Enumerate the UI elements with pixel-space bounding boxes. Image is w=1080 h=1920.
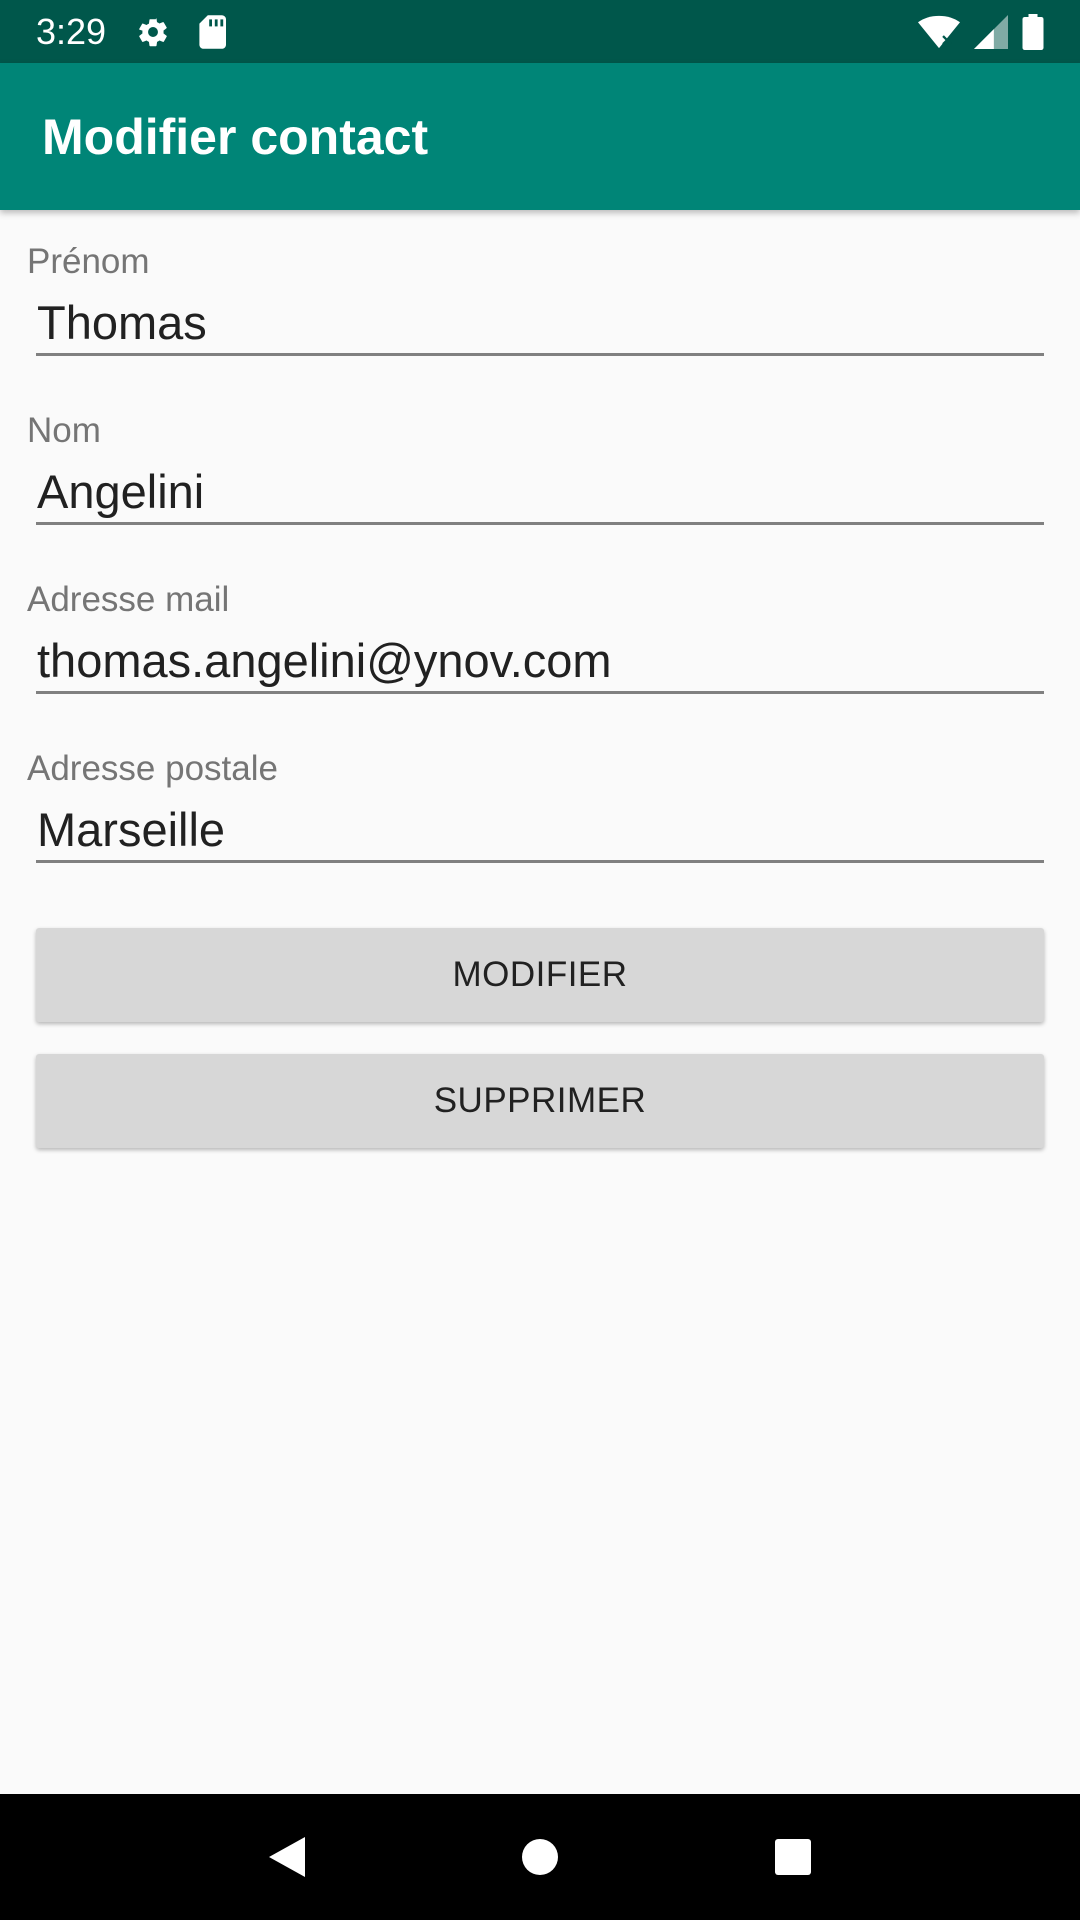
wifi-icon <box>918 15 960 49</box>
first-name-input[interactable] <box>36 292 1044 356</box>
status-time: 3:29 <box>36 10 107 52</box>
page-title: Modifier contact <box>42 108 429 165</box>
signal-icon <box>974 14 1008 49</box>
battery-icon <box>1022 13 1044 50</box>
delete-button[interactable]: SUPPRIMER <box>36 1054 1044 1148</box>
last-name-input[interactable] <box>36 461 1044 525</box>
first-name-label: Prénom <box>27 242 150 281</box>
last-name-label: Nom <box>27 411 101 450</box>
email-field-group: Adresse mail <box>0 548 1080 717</box>
home-icon[interactable] <box>500 1817 580 1897</box>
navigation-bar <box>0 1794 1080 1920</box>
gear-icon <box>136 15 170 49</box>
last-name-field-group: Nom <box>0 379 1080 548</box>
app-bar: Modifier contact <box>0 63 1080 210</box>
status-bar: 3:29 <box>0 0 1080 63</box>
contact-form: Prénom Nom Adresse mail Adresse postale <box>0 210 1080 886</box>
address-input[interactable] <box>36 799 1044 863</box>
recents-icon[interactable] <box>753 1817 833 1897</box>
address-label: Adresse postale <box>27 749 278 788</box>
modify-button[interactable]: MODIFIER <box>36 928 1044 1022</box>
email-label: Adresse mail <box>27 580 230 619</box>
email-input[interactable] <box>36 630 1044 694</box>
sd-card-icon <box>198 14 227 49</box>
back-icon[interactable] <box>247 1817 327 1897</box>
address-field-group: Adresse postale <box>0 717 1080 886</box>
first-name-field-group: Prénom <box>0 210 1080 379</box>
